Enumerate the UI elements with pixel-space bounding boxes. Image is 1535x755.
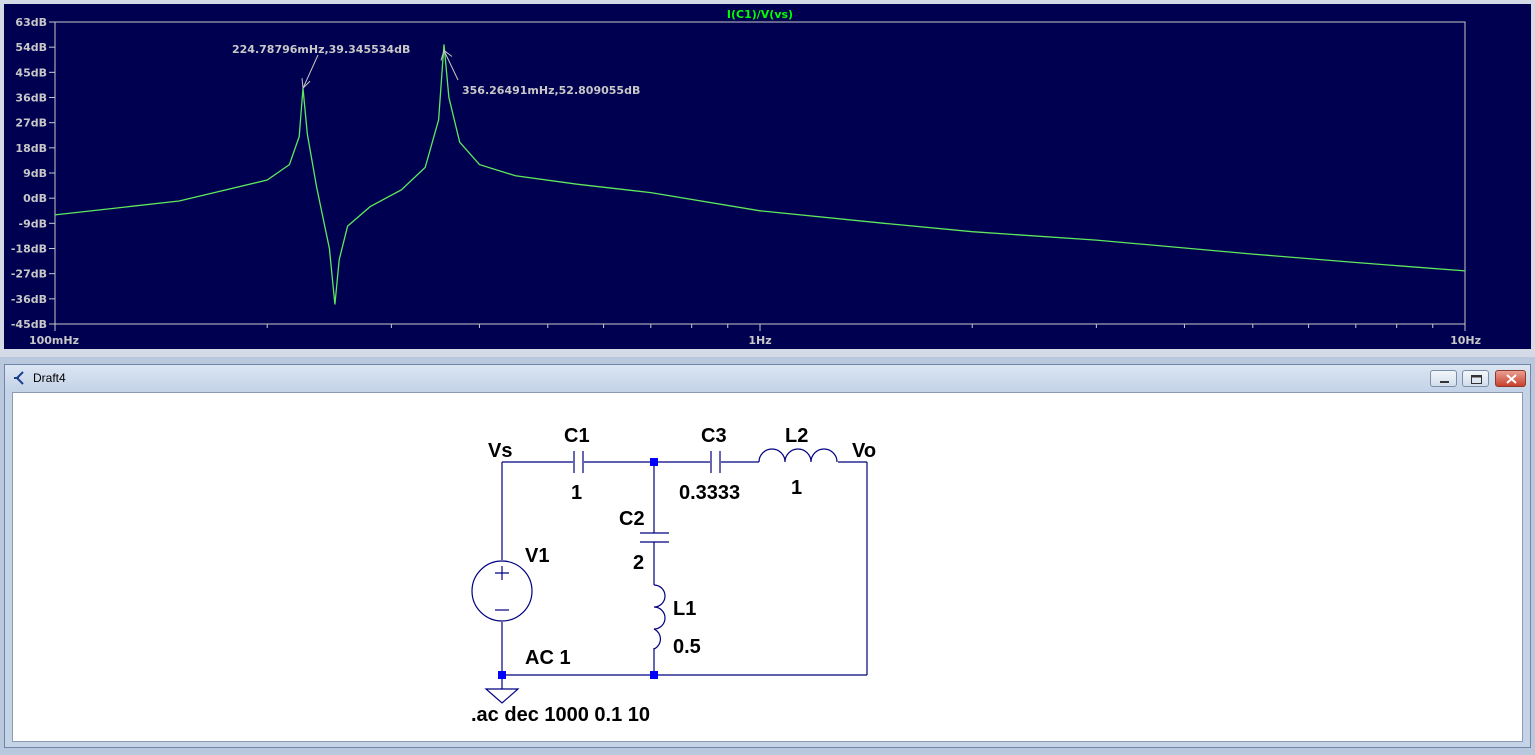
y-tick-label: -27dB — [11, 268, 47, 281]
capacitor-c3[interactable] — [710, 451, 721, 473]
capacitor-c1[interactable] — [573, 451, 584, 473]
window-title: Draft4 — [33, 371, 66, 385]
x-tick-label: 1Hz — [748, 334, 771, 347]
maximize-icon — [1471, 375, 1482, 384]
c3-value-label[interactable]: 0.3333 — [679, 482, 740, 504]
annotation-label-1: 224.78796mHz,39.345534dB — [232, 43, 410, 56]
trace-title[interactable]: I(C1)/V(vs) — [727, 8, 793, 21]
capacitor-c2[interactable] — [640, 532, 669, 543]
junction-node-ground[interactable] — [498, 671, 506, 679]
x-tick-label: 100mHz — [29, 334, 79, 347]
spice-directive[interactable]: .ac dec 1000 0.1 10 — [471, 704, 650, 726]
x-tick-label: 10Hz — [1450, 334, 1481, 347]
schematic-canvas[interactable]: Vs Vo C1 1 C3 0.3333 L2 1 C2 2 L1 0.5 V1… — [12, 392, 1523, 742]
y-tick-label: 63dB — [15, 16, 47, 29]
junction-node-bottom[interactable] — [650, 671, 658, 679]
l2-name-label[interactable]: L2 — [785, 425, 808, 447]
y-tick-label: 54dB — [15, 41, 47, 54]
y-tick-label: -18dB — [11, 243, 47, 256]
inductor-l2[interactable] — [758, 448, 838, 463]
maximize-button[interactable] — [1462, 370, 1489, 387]
y-tick-label: 27dB — [15, 117, 47, 130]
l1-name-label[interactable]: L1 — [673, 598, 696, 620]
v1-name-label[interactable]: V1 — [525, 545, 549, 567]
net-label-vs[interactable]: Vs — [488, 440, 512, 462]
schematic-drawing[interactable]: Vs Vo C1 1 C3 0.3333 L2 1 C2 2 L1 0.5 V1… — [13, 393, 1523, 742]
ground-icon[interactable] — [484, 675, 520, 704]
y-tick-label: -36dB — [11, 293, 47, 306]
plus-icon — [495, 566, 509, 580]
waveform-viewer[interactable]: 63dB 54dB 45dB 36dB 27dB 18dB 9dB 0dB -9dB -18dB -… — [0, 0, 1535, 357]
junction-node-top[interactable] — [650, 458, 658, 466]
y-tick-label: 45dB — [15, 66, 47, 79]
c2-value-label[interactable]: 2 — [633, 552, 644, 574]
y-tick-label: 0dB — [23, 192, 47, 205]
annotation-label-2: 356.26491mHz,52.809055dB — [462, 84, 640, 97]
c3-name-label[interactable]: C3 — [701, 425, 727, 447]
minimize-button[interactable] — [1430, 370, 1457, 387]
y-tick-label: -9dB — [19, 217, 47, 230]
voltage-source-v1[interactable] — [471, 560, 533, 622]
schematic-window[interactable]: Draft4 Vs Vo C1 1 C3 0.3333 L2 1 C2 2 L1… — [4, 364, 1531, 748]
y-tick-label: 9dB — [23, 167, 47, 180]
c1-name-label[interactable]: C1 — [564, 425, 590, 447]
minimize-icon — [1440, 381, 1449, 383]
y-tick-label: 36dB — [15, 92, 47, 105]
c2-name-label[interactable]: C2 — [619, 508, 645, 530]
close-button[interactable] — [1495, 370, 1526, 387]
title-bar[interactable]: Draft4 — [5, 365, 1530, 391]
net-label-vo[interactable]: Vo — [852, 440, 876, 462]
v1-value-label[interactable]: AC 1 — [525, 647, 571, 669]
l2-value-label[interactable]: 1 — [791, 477, 802, 499]
close-icon — [1506, 374, 1517, 384]
y-tick-label: -45dB — [11, 318, 47, 331]
ltspice-app-icon — [14, 371, 24, 385]
c1-value-label[interactable]: 1 — [571, 482, 582, 504]
inductor-l1[interactable] — [653, 584, 666, 650]
y-tick-label: 18dB — [15, 142, 47, 155]
plot-area[interactable]: 63dB 54dB 45dB 36dB 27dB 18dB 9dB 0dB -9dB -18dB -… — [0, 0, 1535, 357]
l1-value-label[interactable]: 0.5 — [673, 636, 701, 658]
